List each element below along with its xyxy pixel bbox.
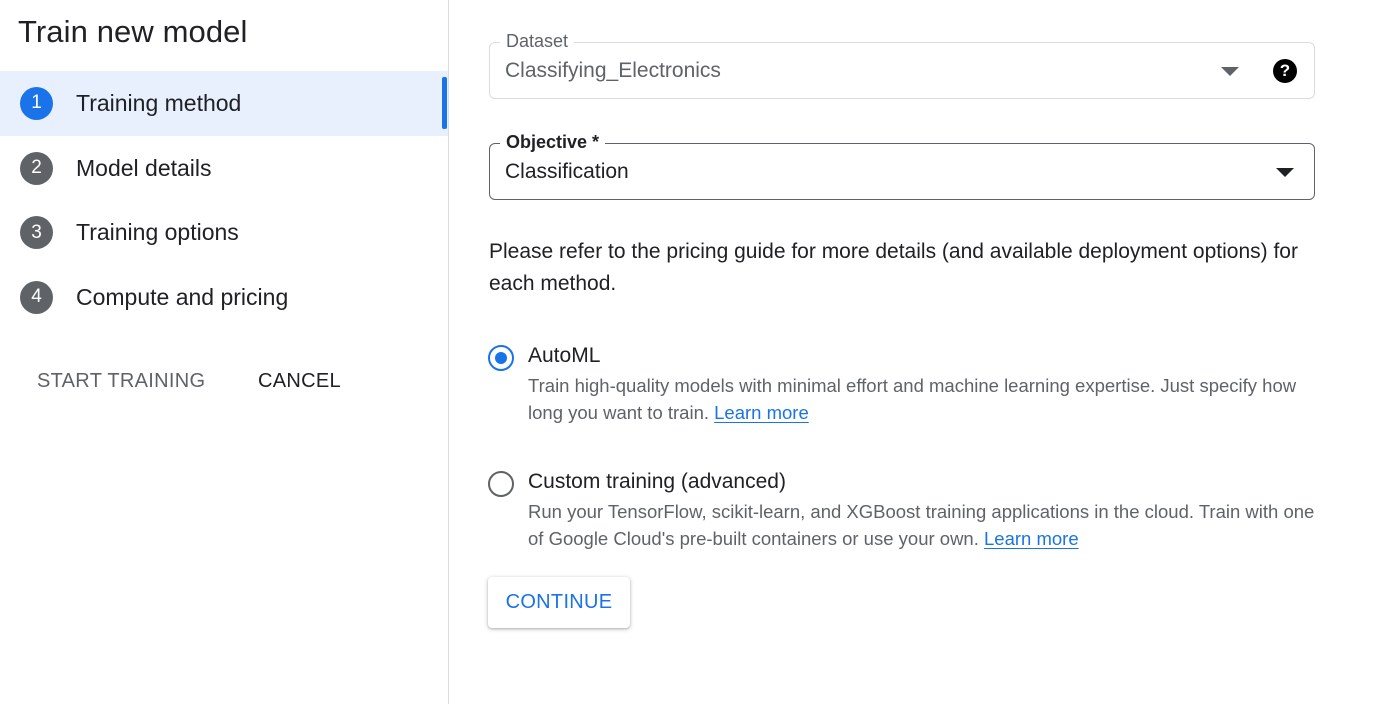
step-number: 3 [20,216,53,250]
automl-description-text: Train high-quality models with minimal e… [528,375,1297,423]
step-label: Model details [76,154,212,181]
dataset-value: Classifying_Electronics [505,59,721,82]
objective-label: Objective * [500,132,606,153]
custom-training-description-text: Run your TensorFlow, scikit-learn, and X… [528,501,1315,549]
stepper-panel: Train new model 1 Training method 2 Mode… [0,0,448,704]
help-icon[interactable]: ? [1273,59,1297,83]
step-number: 2 [20,151,53,185]
automl-learn-more-link[interactable]: Learn more [714,402,809,423]
chevron-down-icon[interactable] [1221,67,1239,76]
step-model-details[interactable]: 2 Model details [0,136,448,201]
automl-description: Train high-quality models with minimal e… [528,373,1318,426]
step-number: 4 [20,280,53,314]
dataset-label: Dataset [500,31,575,52]
custom-training-title: Custom training (advanced) [528,470,786,493]
automl-title: AutoML [528,344,601,367]
chevron-down-icon[interactable] [1276,168,1294,177]
custom-training-radio[interactable] [488,471,514,497]
step-label: Training method [76,89,242,116]
step-compute-and-pricing[interactable]: 4 Compute and pricing [0,265,448,330]
automl-radio[interactable] [488,345,514,371]
step-training-method[interactable]: 1 Training method [0,71,448,136]
step-list: 1 Training method 2 Model details 3 Trai… [0,71,448,330]
custom-learn-more-link[interactable]: Learn more [984,528,1079,549]
step-training-options[interactable]: 3 Training options [0,200,448,265]
continue-button[interactable]: CONTINUE [488,577,630,628]
objective-select[interactable]: Objective * Classification [489,132,1315,200]
step-label: Training options [76,219,239,246]
step-number: 1 [20,86,53,120]
custom-training-description: Run your TensorFlow, scikit-learn, and X… [528,499,1318,552]
pricing-info-text: Please refer to the pricing guide for mo… [489,240,1298,295]
panel-divider [448,0,449,704]
dataset-select[interactable]: Dataset Classifying_Electronics ? [489,31,1315,99]
step-label: Compute and pricing [76,283,289,310]
page-title: Train new model [18,14,248,49]
objective-value: Classification [505,160,629,183]
cancel-button[interactable]: CANCEL [258,366,341,396]
start-training-button[interactable]: START TRAINING [37,366,205,396]
